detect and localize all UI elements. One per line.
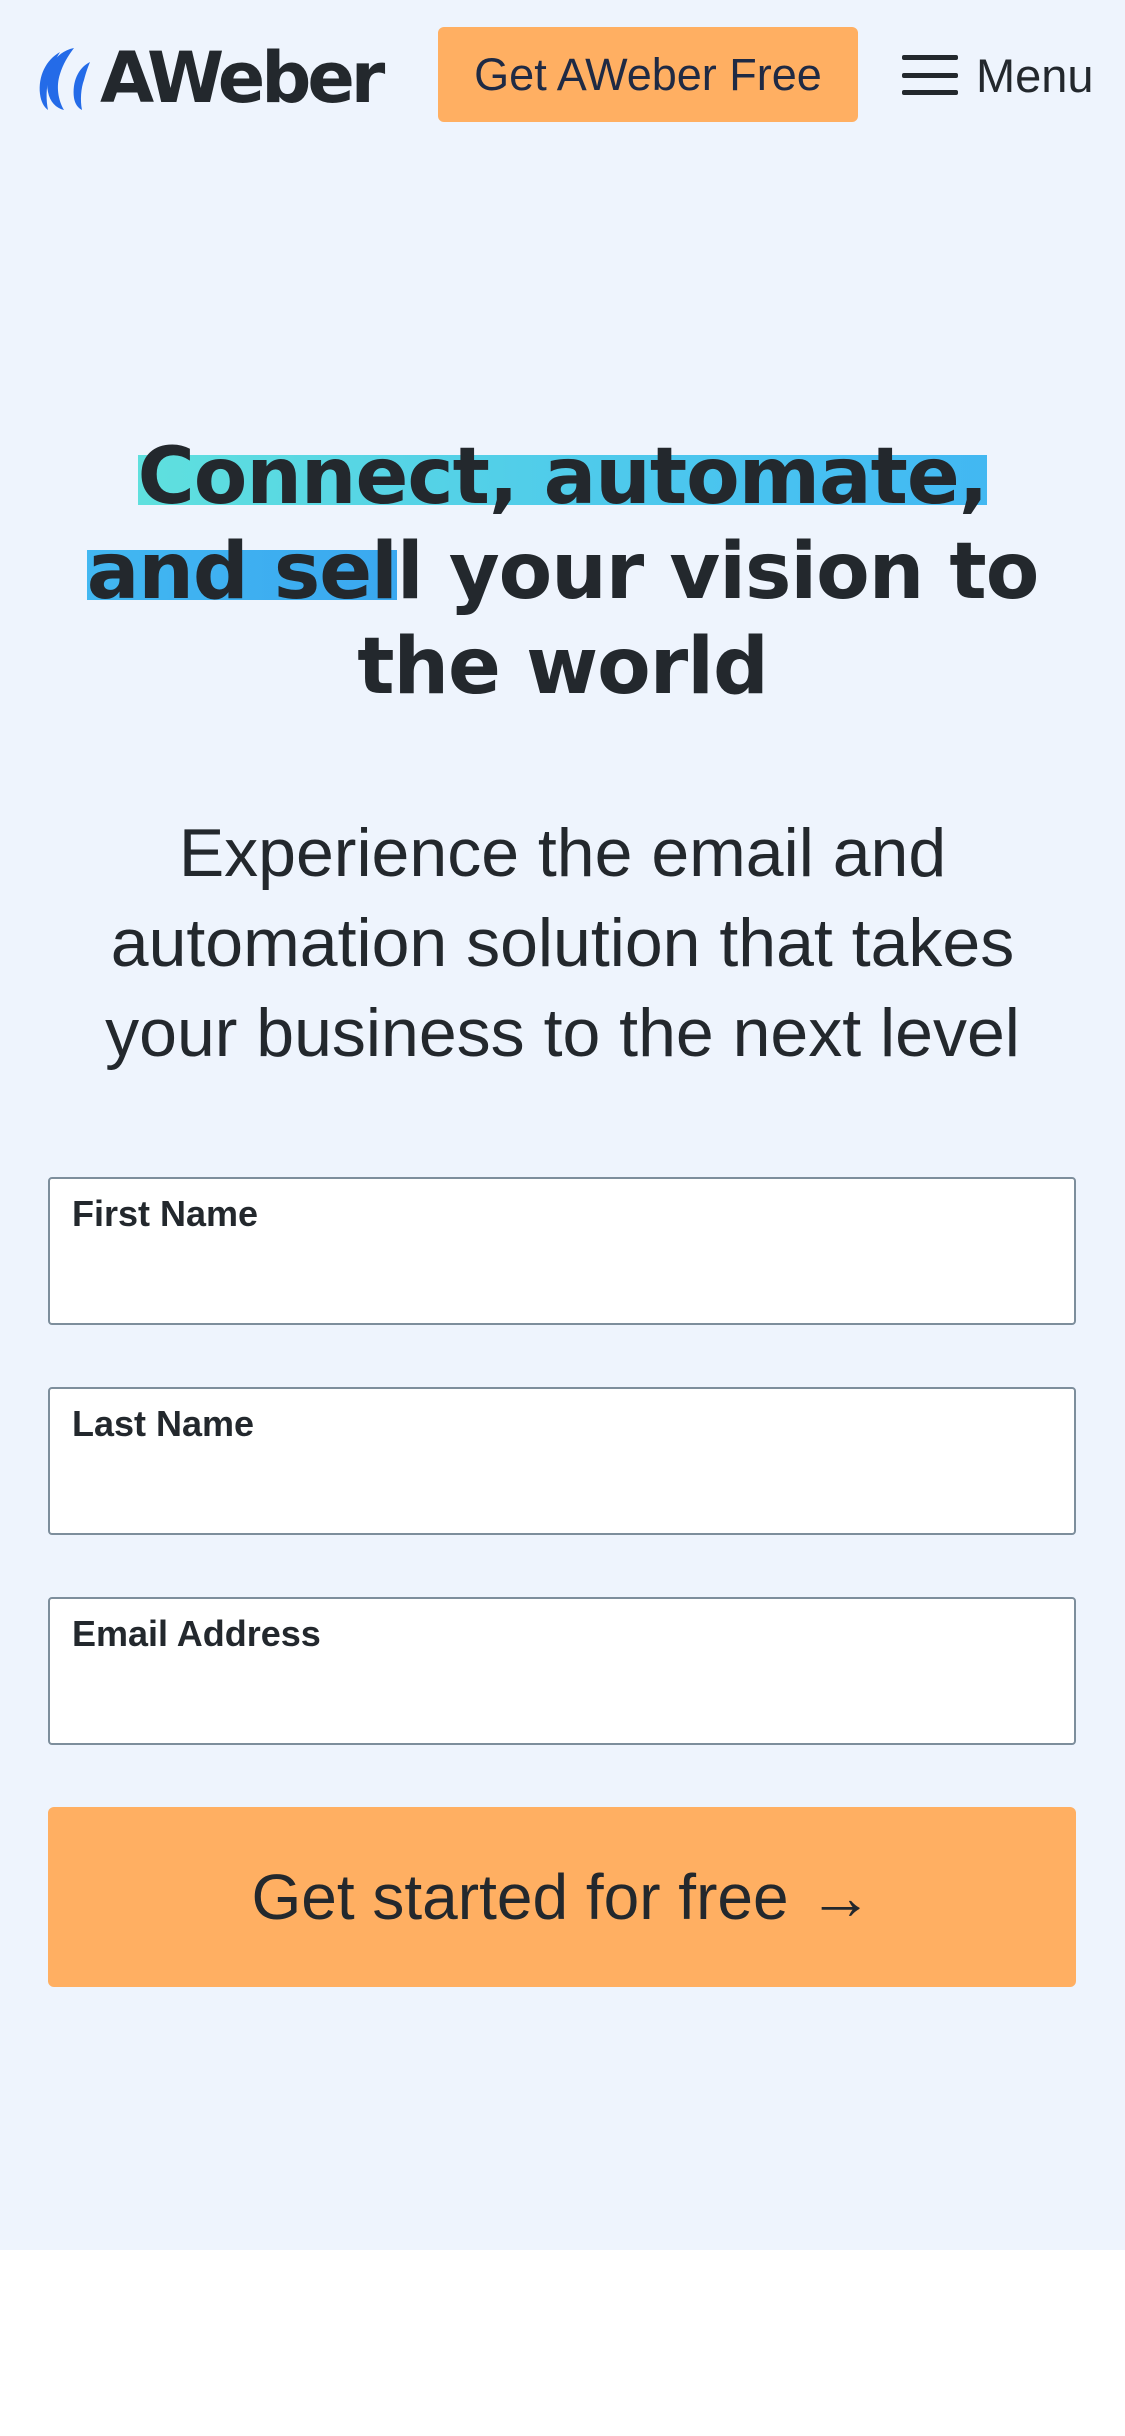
email-field[interactable]: Email Address xyxy=(48,1597,1076,1745)
arrow-right-icon: → xyxy=(808,1861,873,1933)
hero-headline: Connect, automate, and sell your vision … xyxy=(60,430,1065,715)
aweber-logo[interactable]: AWeber xyxy=(30,36,385,119)
page: AWeber Get AWeber Free Menu Connect, aut… xyxy=(0,0,1125,2436)
menu-label: Menu xyxy=(976,48,1094,102)
get-started-button[interactable]: Get started for free → xyxy=(48,1807,1076,1987)
hamburger-icon xyxy=(902,55,958,95)
logo-wordmark: AWeber xyxy=(100,36,385,119)
aweber-logo-icon xyxy=(39,47,90,110)
get-aweber-free-button[interactable]: Get AWeber Free xyxy=(438,27,858,122)
get-started-label: Get started for free xyxy=(251,1861,789,1933)
first-name-label: First Name xyxy=(72,1193,259,1234)
email-input[interactable] xyxy=(72,1671,1052,1727)
last-name-label: Last Name xyxy=(72,1403,255,1444)
first-name-field[interactable]: First Name xyxy=(48,1177,1076,1325)
hero-section: AWeber Get AWeber Free Menu Connect, aut… xyxy=(0,0,1125,2250)
last-name-input[interactable] xyxy=(72,1461,1052,1517)
first-name-input[interactable] xyxy=(72,1251,1052,1307)
menu-button[interactable]: Menu xyxy=(902,40,1094,110)
email-label: Email Address xyxy=(72,1613,321,1654)
last-name-field[interactable]: Last Name xyxy=(48,1387,1076,1535)
hero-subheadline: Experience the email and automation solu… xyxy=(105,815,1020,1071)
headline-rest: l your vision to the world xyxy=(357,527,1039,712)
